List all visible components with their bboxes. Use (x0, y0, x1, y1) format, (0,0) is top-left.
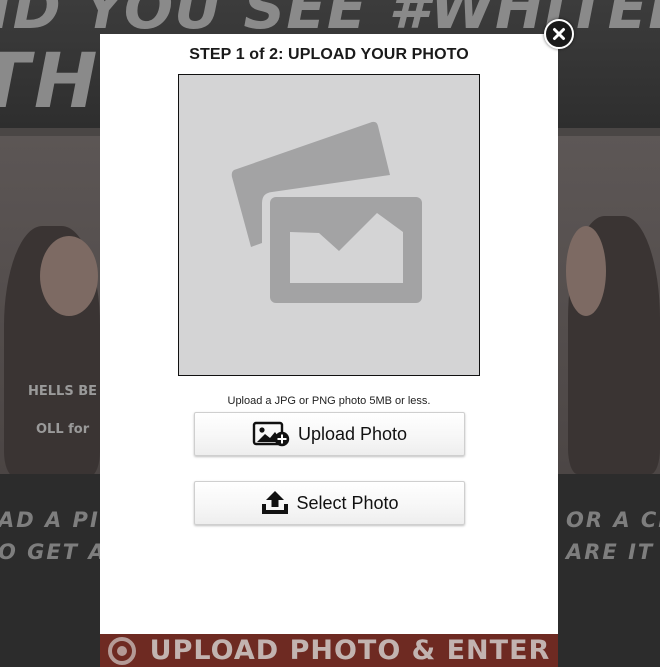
background-lower-text: ARE IT O (566, 540, 660, 564)
close-modal-button[interactable] (544, 19, 574, 49)
image-placeholder-icon (231, 121, 422, 303)
background-face-right (566, 226, 606, 316)
background-photo-left: HELLS BE OLL for (0, 136, 100, 476)
upload-tray-icon (260, 490, 290, 516)
modal-title: STEP 1 of 2: UPLOAD YOUR PHOTO (189, 46, 469, 63)
background-shirt-text-1: HELLS BE (28, 384, 98, 399)
background-lower-text: OR A CH (566, 508, 660, 532)
upload-photo-modal: STEP 1 of 2: UPLOAD YOUR PHOTO Upload a … (100, 34, 558, 634)
background-shirt-text-2: OLL for (36, 422, 90, 437)
background-photo-right (558, 136, 660, 474)
background-cta-label: UPLOAD PHOTO & ENTER (149, 635, 551, 666)
select-photo-button[interactable]: Select Photo (194, 481, 465, 525)
add-image-icon (252, 421, 292, 447)
select-photo-button-label: Select Photo (296, 492, 399, 513)
photo-preview-area (178, 74, 480, 376)
upload-photo-button[interactable]: Upload Photo (194, 412, 465, 456)
background-face (40, 236, 98, 316)
upload-photo-button-label: Upload Photo (297, 423, 408, 444)
background-upload-enter-button: UPLOAD PHOTO & ENTER (100, 634, 558, 667)
close-icon (553, 28, 565, 40)
upload-requirements-hint: Upload a JPG or PNG photo 5MB or less. (227, 395, 431, 407)
camera-icon (107, 636, 136, 665)
